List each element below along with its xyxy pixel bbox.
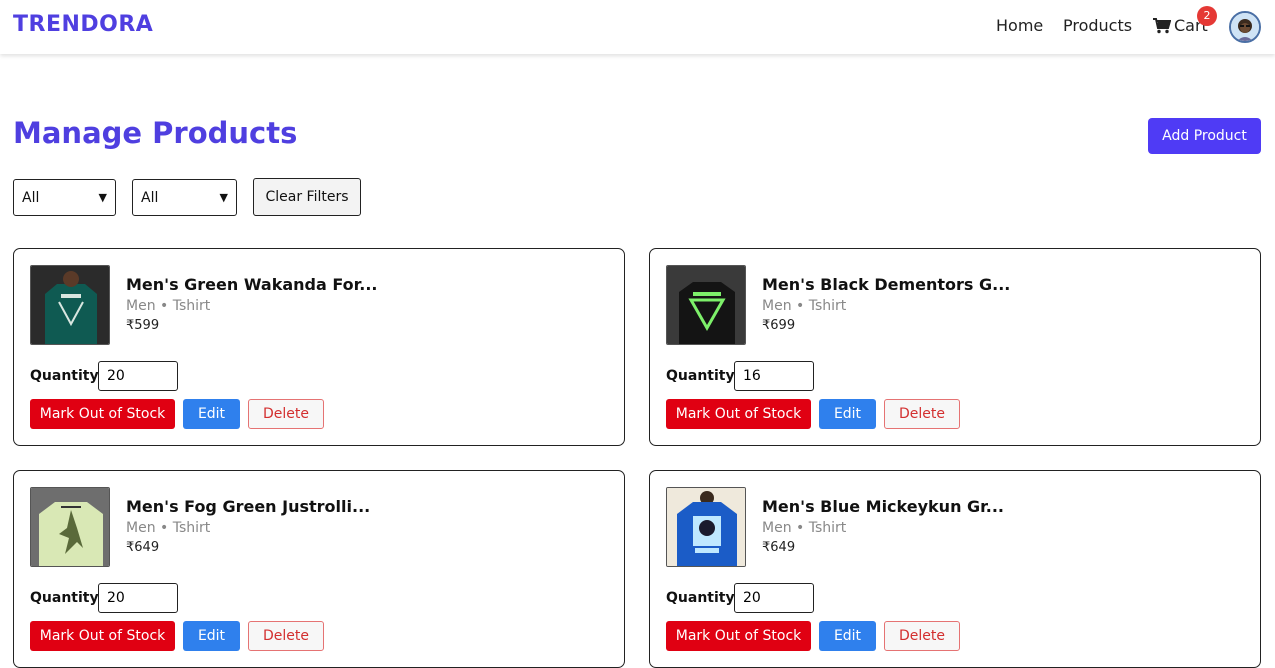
quantity-input[interactable] <box>98 583 178 613</box>
category-filter-select[interactable]: All ▼ <box>132 179 237 216</box>
gender-filter-select[interactable]: All ▼ <box>13 179 116 216</box>
cart-count-badge: 2 <box>1197 6 1217 26</box>
brand-logo[interactable]: TRENDORA <box>13 12 153 37</box>
user-avatar[interactable] <box>1229 11 1261 43</box>
quantity-input[interactable] <box>734 361 814 391</box>
quantity-input[interactable] <box>734 583 814 613</box>
gender-filter-value: All <box>22 189 40 206</box>
product-name: Men's Green Wakanda For... <box>126 275 378 294</box>
edit-button[interactable]: Edit <box>183 399 240 429</box>
product-category: Men • Tshirt <box>126 520 211 536</box>
clear-filters-button[interactable]: Clear Filters <box>253 178 361 216</box>
delete-button[interactable]: Delete <box>884 399 960 429</box>
nav-products-link[interactable]: Products <box>1063 16 1132 35</box>
product-name: Men's Fog Green Justrolli... <box>126 497 371 516</box>
product-name: Men's Black Dementors G... <box>762 275 1011 294</box>
quantity-input[interactable] <box>98 361 178 391</box>
chevron-down-icon: ▼ <box>98 191 107 204</box>
quantity-label: Quantity: <box>30 368 105 384</box>
product-price: ₹599 <box>126 318 160 333</box>
shopping-cart-icon <box>1153 17 1171 33</box>
product-card: Men's Blue Mickeykun Gr... Men • Tshirt … <box>649 470 1261 668</box>
product-image <box>30 265 110 345</box>
product-category: Men • Tshirt <box>762 520 847 536</box>
product-card: Men's Green Wakanda For... Men • Tshirt … <box>13 248 625 446</box>
nav-home-link[interactable]: Home <box>996 16 1043 35</box>
product-card: Men's Fog Green Justrolli... Men • Tshir… <box>13 470 625 668</box>
page-title: Manage Products <box>13 116 298 150</box>
product-category: Men • Tshirt <box>762 298 847 314</box>
product-price: ₹699 <box>762 318 796 333</box>
product-image <box>666 487 746 567</box>
product-category: Men • Tshirt <box>126 298 211 314</box>
mark-out-of-stock-button[interactable]: Mark Out of Stock <box>666 399 811 429</box>
category-filter-value: All <box>141 189 159 206</box>
product-image <box>666 265 746 345</box>
product-price: ₹649 <box>126 540 160 555</box>
navbar: TRENDORA Home Products Cart 2 <box>0 0 1275 54</box>
product-name: Men's Blue Mickeykun Gr... <box>762 497 1004 516</box>
quantity-label: Quantity: <box>666 368 741 384</box>
quantity-label: Quantity: <box>30 590 105 606</box>
product-price: ₹649 <box>762 540 796 555</box>
add-product-button[interactable]: Add Product <box>1148 118 1261 154</box>
edit-button[interactable]: Edit <box>819 399 876 429</box>
product-card: Men's Black Dementors G... Men • Tshirt … <box>649 248 1261 446</box>
mark-out-of-stock-button[interactable]: Mark Out of Stock <box>30 399 175 429</box>
avatar-icon <box>1231 13 1259 41</box>
quantity-label: Quantity: <box>666 590 741 606</box>
chevron-down-icon: ▼ <box>219 191 228 204</box>
delete-button[interactable]: Delete <box>248 399 324 429</box>
product-image <box>30 487 110 567</box>
